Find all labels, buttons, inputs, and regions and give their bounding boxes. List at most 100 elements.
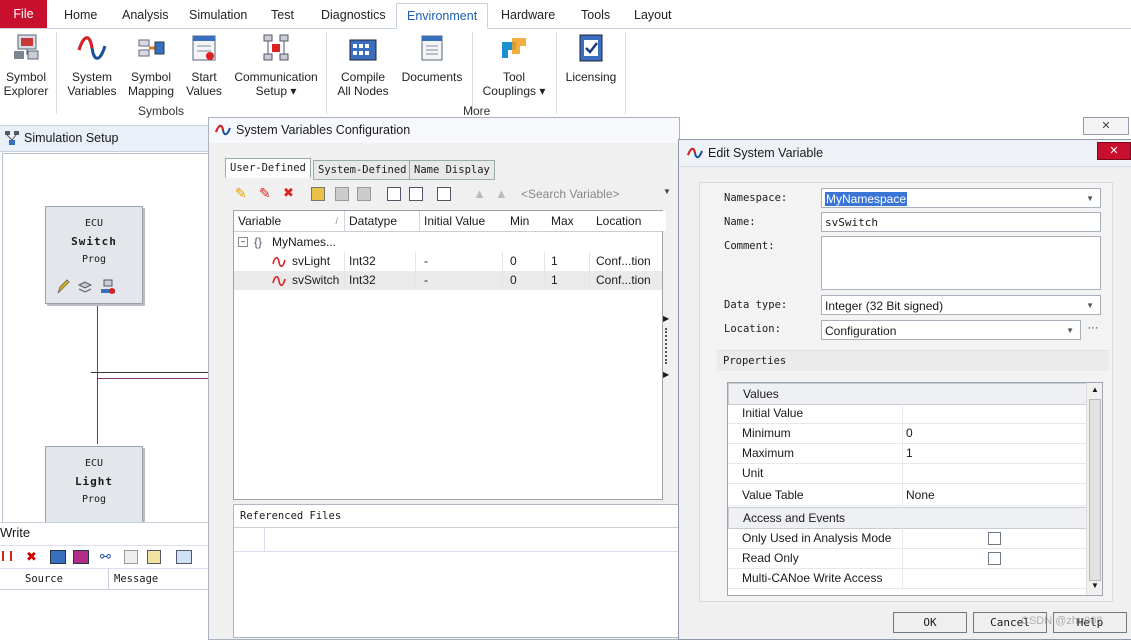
chevron-down-icon[interactable]: ▼ bbox=[1086, 296, 1094, 316]
edit-namespace-icon[interactable] bbox=[335, 187, 349, 201]
edit-variable-icon[interactable]: ✎ bbox=[259, 185, 271, 202]
network-node-icon[interactable] bbox=[100, 279, 116, 298]
copy-log-icon[interactable] bbox=[73, 550, 89, 564]
file-tab[interactable]: File bbox=[0, 0, 47, 28]
column-variable[interactable]: Variable / bbox=[234, 211, 345, 231]
tab-name-display[interactable]: Name Display bbox=[409, 160, 495, 180]
property-row[interactable]: Only Used in Analysis Mode bbox=[728, 528, 1086, 549]
collapse-icon[interactable]: − bbox=[238, 237, 248, 247]
column-initial-value[interactable]: Initial Value bbox=[420, 211, 507, 231]
btn-label: Compile bbox=[340, 70, 385, 84]
column-location[interactable]: Location bbox=[592, 211, 666, 231]
view-options-icon[interactable] bbox=[437, 187, 451, 201]
svc-close-button[interactable]: ✕ bbox=[1083, 117, 1129, 135]
close-button[interactable]: ✕ bbox=[1097, 142, 1131, 160]
name-field[interactable]: svSwitch bbox=[821, 212, 1101, 232]
simulation-canvas[interactable]: ECU Switch Prog ECU Light Prog bbox=[2, 153, 212, 544]
tab-diagnostics[interactable]: Diagnostics bbox=[321, 5, 386, 25]
clear-icon[interactable]: ✖ bbox=[26, 549, 37, 565]
chevron-down-icon[interactable]: ▼ bbox=[1091, 581, 1099, 590]
new-namespace-icon[interactable] bbox=[311, 187, 325, 201]
tab-hardware[interactable]: Hardware bbox=[501, 5, 555, 25]
export-icon[interactable] bbox=[147, 550, 161, 564]
tab-user-defined[interactable]: User-Defined bbox=[225, 158, 311, 178]
ecu-node-switch[interactable]: ECU Switch Prog bbox=[45, 206, 143, 304]
tab-analysis[interactable]: Analysis bbox=[122, 5, 169, 25]
property-row[interactable]: Minimum 0 bbox=[728, 423, 1086, 444]
delete-namespace-icon[interactable] bbox=[357, 187, 371, 201]
tab-tools[interactable]: Tools bbox=[581, 5, 610, 25]
category-values[interactable]: Values bbox=[728, 383, 1088, 405]
chevron-down-icon[interactable]: ▼ bbox=[663, 187, 671, 196]
documents-button[interactable]: Documents bbox=[398, 32, 466, 84]
column-min[interactable]: Min bbox=[506, 211, 549, 231]
scrollbar-thumb[interactable] bbox=[1089, 399, 1101, 581]
property-row[interactable]: Maximum 1 bbox=[728, 443, 1086, 464]
location-browse-button[interactable]: ··· bbox=[1085, 320, 1101, 340]
ribbon-separator bbox=[56, 32, 57, 114]
namespace-combobox[interactable]: MyNamespace ▼ bbox=[821, 188, 1101, 208]
datatype-combobox[interactable]: Integer (32 Bit signed) ▼ bbox=[821, 295, 1101, 315]
start-values-button[interactable]: Start Values bbox=[182, 32, 226, 98]
cell-max: 1 bbox=[547, 271, 590, 290]
symbol-mapping-button[interactable]: Symbol Mapping bbox=[124, 32, 178, 98]
copy-icon[interactable] bbox=[124, 550, 138, 564]
table-row[interactable]: svLight Int32 - 0 1 Conf...tion bbox=[234, 252, 662, 271]
export-icon[interactable] bbox=[409, 187, 423, 201]
table-row[interactable]: svSwitch Int32 - 0 1 Conf...tion bbox=[234, 271, 662, 290]
property-row[interactable]: Initial Value bbox=[728, 403, 1086, 424]
tab-test[interactable]: Test bbox=[271, 5, 294, 25]
stack-icon[interactable] bbox=[77, 281, 93, 298]
property-row[interactable]: Value Table None bbox=[728, 485, 1086, 506]
property-row[interactable]: Unit bbox=[728, 463, 1086, 484]
prop-name: Only Used in Analysis Mode bbox=[742, 531, 892, 545]
compile-icon bbox=[347, 32, 379, 64]
btn-label: Mapping bbox=[127, 84, 175, 98]
table-row-namespace[interactable]: − {} MyNames... bbox=[234, 233, 662, 252]
delete-variable-icon[interactable]: ✖ bbox=[283, 185, 294, 201]
comment-field[interactable] bbox=[821, 236, 1101, 290]
pause-icon[interactable] bbox=[2, 551, 12, 561]
tab-layout[interactable]: Layout bbox=[634, 5, 672, 25]
write-panel: Write ✖ ⚯ Source Message bbox=[0, 522, 210, 639]
binoculars-icon[interactable]: ⚯ bbox=[100, 549, 111, 565]
column-source[interactable]: Source bbox=[25, 573, 63, 585]
property-scrollbar[interactable]: ▲ ▼ bbox=[1086, 383, 1102, 595]
splitter-handle[interactable]: ▶ ▶ bbox=[663, 314, 669, 384]
property-row[interactable]: Read Only bbox=[728, 548, 1086, 569]
communication-setup-button[interactable]: Communication Setup ▾ bbox=[232, 32, 320, 98]
chevron-down-icon[interactable]: ▼ bbox=[1066, 321, 1074, 341]
column-max[interactable]: Max bbox=[547, 211, 594, 231]
search-variable-input[interactable]: <Search Variable> bbox=[521, 186, 671, 202]
analysis-mode-checkbox[interactable] bbox=[988, 532, 1001, 545]
divider bbox=[902, 548, 903, 568]
tool-couplings-button[interactable]: Tool Couplings ▾ bbox=[478, 32, 550, 98]
property-row[interactable]: Multi-CANoe Write Access bbox=[728, 568, 1086, 589]
pencil-icon[interactable] bbox=[56, 279, 70, 298]
compile-all-nodes-button[interactable]: Compile All Nodes bbox=[334, 32, 392, 98]
options-icon[interactable] bbox=[176, 550, 192, 564]
save-icon[interactable] bbox=[50, 550, 66, 564]
licensing-button[interactable]: Licensing bbox=[562, 32, 620, 84]
system-variables-button[interactable]: System Variables bbox=[64, 32, 120, 98]
read-only-checkbox[interactable] bbox=[988, 552, 1001, 565]
sine-wave-icon bbox=[76, 32, 108, 64]
navigate-back-icon[interactable]: ▲ bbox=[473, 186, 486, 201]
tab-system-defined[interactable]: System-Defined bbox=[313, 160, 412, 180]
tab-home[interactable]: Home bbox=[64, 5, 97, 25]
import-icon[interactable] bbox=[387, 187, 401, 201]
location-combobox[interactable]: Configuration ▼ bbox=[821, 320, 1081, 340]
chevron-down-icon[interactable]: ▼ bbox=[1086, 189, 1094, 209]
chevron-up-icon[interactable]: ▲ bbox=[1091, 385, 1099, 394]
symbol-explorer-button[interactable]: Symbol Explorer bbox=[2, 32, 50, 98]
category-access-events[interactable]: Access and Events bbox=[728, 507, 1088, 529]
tab-environment[interactable]: Environment bbox=[396, 3, 489, 29]
navigate-forward-icon[interactable]: ▲ bbox=[495, 186, 508, 201]
properties-header: Properties bbox=[717, 350, 1109, 371]
column-message[interactable]: Message bbox=[114, 573, 158, 585]
ok-button[interactable]: OK bbox=[893, 612, 967, 633]
column-datatype[interactable]: Datatype bbox=[345, 211, 420, 231]
btn-label: All Nodes bbox=[337, 84, 389, 98]
new-variable-icon[interactable]: ✎ bbox=[235, 185, 247, 202]
tab-simulation[interactable]: Simulation bbox=[189, 5, 247, 25]
